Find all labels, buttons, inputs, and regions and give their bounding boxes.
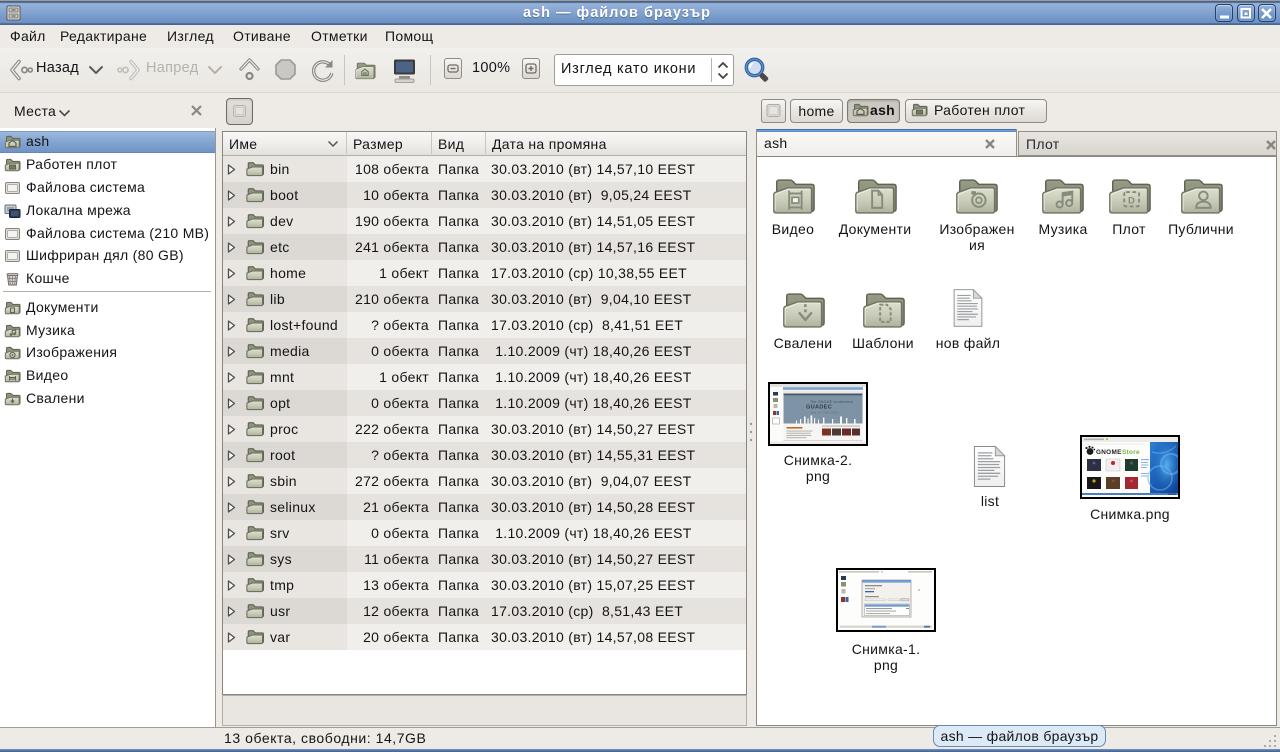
svg-text:The GNOME conference: The GNOME conference <box>810 400 853 404</box>
svg-text:GNOME: GNOME <box>1096 449 1122 456</box>
svg-text:July 24-30th 2010: July 24-30th 2010 <box>810 411 839 415</box>
svg-text:Store: Store <box>1122 449 1140 456</box>
svg-text:D: D <box>1128 196 1135 207</box>
